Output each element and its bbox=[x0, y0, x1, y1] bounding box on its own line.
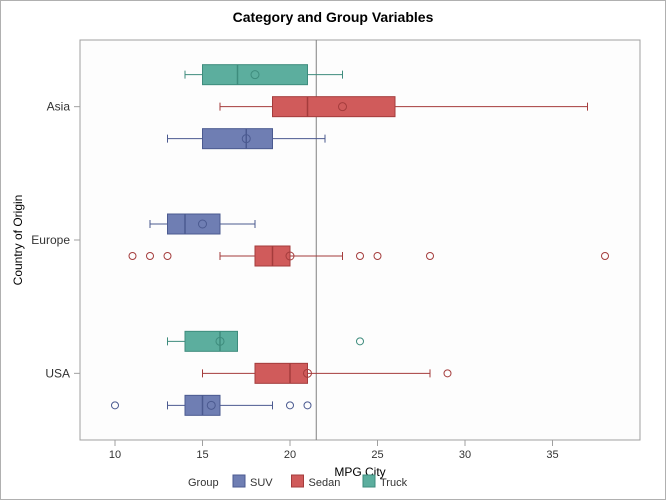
x-tick-label: 25 bbox=[371, 449, 383, 461]
y-tick-label: USA bbox=[45, 366, 70, 380]
x-axis-label: MPG City bbox=[334, 465, 385, 479]
legend-item-label: SUV bbox=[250, 477, 273, 489]
box bbox=[185, 331, 238, 351]
chart-title: Category and Group Variables bbox=[233, 9, 434, 25]
y-tick-label: Asia bbox=[47, 100, 71, 114]
y-axis-label: Country of Origin bbox=[11, 195, 25, 286]
x-tick-label: 20 bbox=[284, 449, 296, 461]
box bbox=[273, 97, 396, 117]
y-tick-label: Europe bbox=[31, 233, 70, 247]
legend-swatch bbox=[292, 475, 304, 487]
legend-item-label: Sedan bbox=[309, 477, 341, 489]
boxplot-chart: Category and Group Variables 10 15 20 25 30 35… bbox=[0, 0, 666, 500]
box bbox=[203, 65, 308, 85]
box bbox=[168, 214, 221, 234]
x-tick-label: 15 bbox=[196, 449, 208, 461]
x-tick-label: 35 bbox=[546, 449, 558, 461]
legend-swatch bbox=[233, 475, 245, 487]
legend-title: Group bbox=[188, 477, 219, 489]
x-tick-label: 10 bbox=[109, 449, 121, 461]
legend-item-label: Truck bbox=[380, 477, 408, 489]
x-tick-label: 30 bbox=[459, 449, 471, 461]
chart-container: Category and Group Variables 10 15 20 25 30 35… bbox=[0, 0, 666, 500]
box bbox=[255, 363, 308, 383]
box bbox=[203, 129, 273, 149]
legend-swatch bbox=[363, 475, 375, 487]
